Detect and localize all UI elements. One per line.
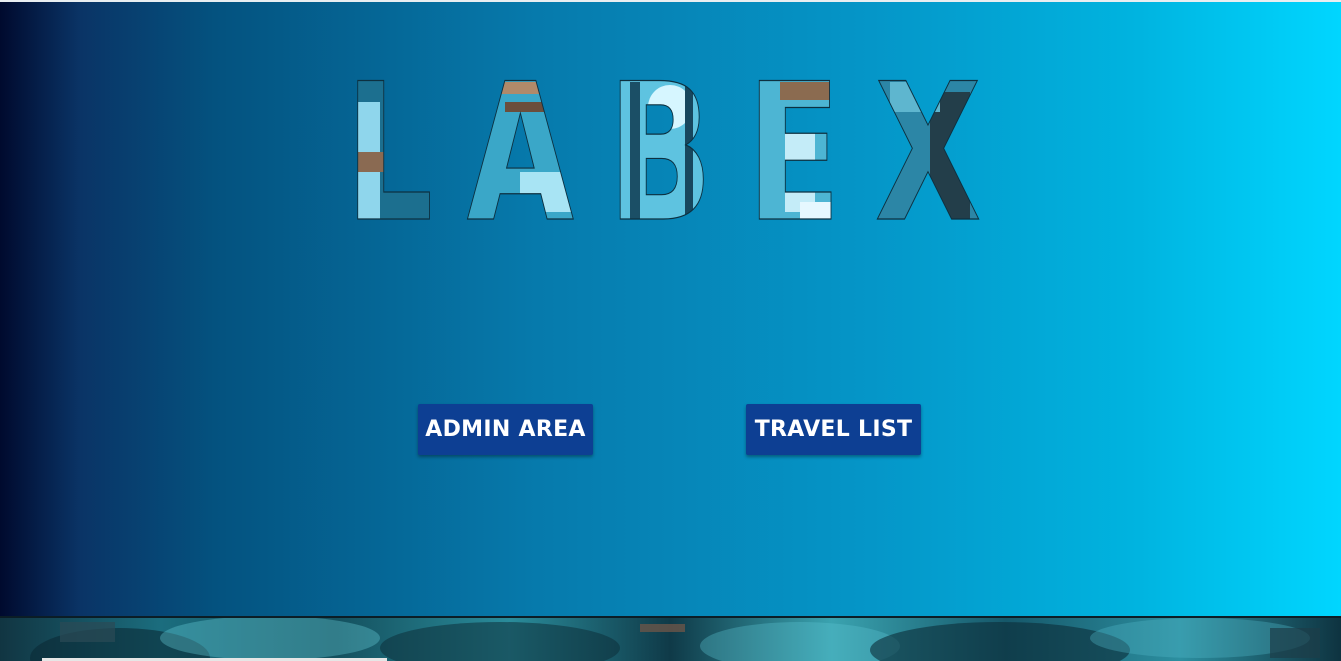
labex-logo-image: LABEX	[344, 62, 1015, 237]
travel-list-button[interactable]: TRAVEL LIST	[746, 404, 921, 455]
home-page: LABEX ADMIN AREA TRAVEL LIST	[0, 0, 1341, 661]
admin-area-button[interactable]: ADMIN AREA	[418, 404, 593, 455]
labex-logo: LABEX	[330, 62, 1030, 237]
footer-image-strip	[0, 616, 1341, 661]
lab-photo-strip	[30, 618, 1320, 661]
logo-text: LABEX	[345, 62, 1015, 237]
hero-section: LABEX ADMIN AREA TRAVEL LIST	[0, 2, 1341, 616]
